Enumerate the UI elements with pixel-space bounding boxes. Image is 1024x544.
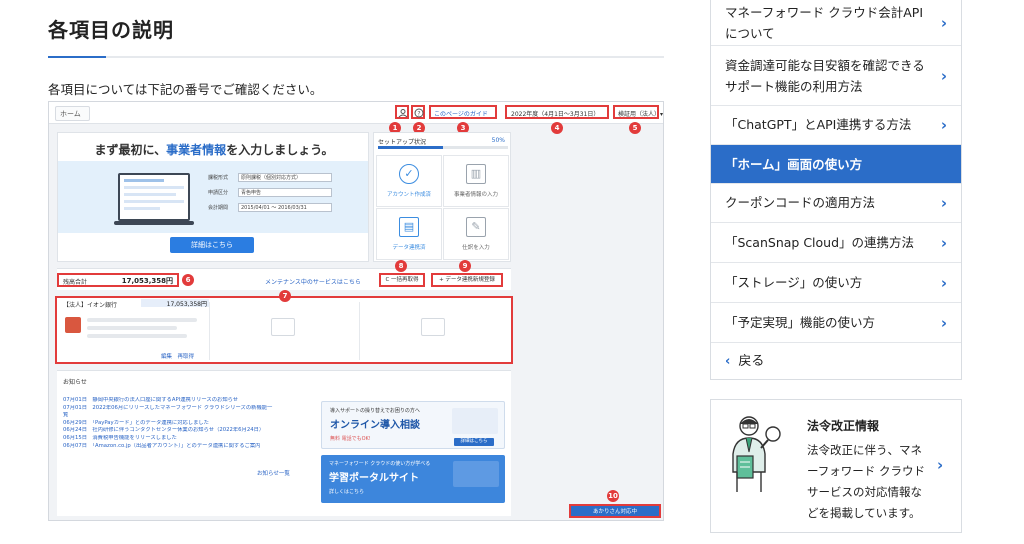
- news-more-link[interactable]: お知らせ一覧: [257, 469, 290, 477]
- news-item[interactable]: 06月24日 社内研修に伴うコンタクトセンター休業のお知らせ（2022年6月24…: [63, 427, 313, 435]
- welcome-detail-button[interactable]: 詳細はこちら: [170, 237, 254, 253]
- accounting-period-field: 会計期間 2015/04/01 〜 2016/03/31: [208, 203, 332, 213]
- news-item[interactable]: 覧: [63, 412, 313, 420]
- sidebar-item-planned-realization[interactable]: 「予定実現」機能の使い方 ›: [711, 303, 961, 343]
- sidebar-item-funding-estimate[interactable]: 資金調達可能な目安額を確認できるサポート機能の利用方法 ›: [711, 46, 961, 106]
- bulk-refresh-button[interactable]: C 一括再取得: [379, 273, 425, 287]
- person-with-magnifier-illustration: [732, 416, 781, 492]
- news-panel: お知らせ 07月01日 静岡中央銀行の法人口座に関するAPI連携リリースのお知ら…: [57, 370, 511, 516]
- news-item[interactable]: 06月07日 「Amazon.co.jp（出品者アカウント）」とのデータ連携に関…: [63, 443, 313, 451]
- chevron-right-icon: ›: [940, 194, 947, 212]
- sidebar-item-home-screen[interactable]: 「ホーム」画面の使い方: [711, 145, 961, 184]
- home-screen-screenshot: ホーム ? このページのガイド 2022年度（4月1日〜3月31日） 検証用（法…: [48, 101, 664, 521]
- laptop-illustration: [114, 173, 194, 225]
- journal-entry-icon: ✎: [466, 217, 486, 237]
- related-articles-sidebar: マネーフォワード クラウド会計APIについて › 資金調達可能な目安額を確認できる…: [710, 0, 962, 380]
- online-consultation-banner[interactable]: 導入サポートの操り替えでお困りの方へ オンライン導入相談 無料 電話でもOK! …: [321, 401, 505, 449]
- screenshot-breadcrumb: ホーム: [55, 106, 90, 121]
- building-icon: ▥: [466, 164, 486, 184]
- law-revision-description: 法令改正に伴う、マネーフォワード クラウドサービスの対応情報などを掲載しています…: [807, 443, 925, 520]
- marker-box-5: 検証用（法人）▾: [613, 105, 663, 119]
- setup-step-data-link[interactable]: ▤ データ連携済: [376, 208, 442, 260]
- filing-type-field: 申請区分 青色申告: [208, 188, 332, 198]
- banner-illustration: [452, 408, 498, 434]
- banner-illustration: [453, 461, 499, 487]
- sidebar-item-coupon[interactable]: クーポンコードの適用方法 ›: [711, 184, 961, 223]
- chevron-right-icon: ›: [940, 66, 947, 85]
- setup-heading: セットアップ状況: [378, 139, 427, 146]
- setup-progress-fill: [378, 146, 443, 149]
- marker-6: 6: [182, 274, 194, 286]
- screenshot-header-bar: ホーム ? このページのガイド 2022年度（4月1日〜3月31日） 検証用（法…: [49, 102, 663, 124]
- chevron-right-icon: ›: [940, 313, 947, 332]
- balance-total-label: 残高合計: [63, 279, 88, 286]
- marker-box-6: 残高合計 17,053,358円: [57, 273, 179, 287]
- user-icon: [398, 109, 408, 118]
- welcome-heading: まず最初に、事業者情報を入力しましょう。: [94, 143, 334, 157]
- marker-10: 10: [607, 490, 619, 502]
- marker-4: 4: [551, 122, 563, 134]
- section-lead-text: 各項目については下記の番号でご確認ください。: [48, 82, 323, 97]
- chevron-right-icon: ›: [940, 273, 947, 292]
- setup-percent: 50%: [491, 137, 505, 144]
- sidebar-item-api[interactable]: マネーフォワード クラウド会計APIについて ›: [711, 0, 961, 46]
- news-heading: お知らせ: [63, 379, 87, 386]
- setup-step-account[interactable]: ✓ アカウント作成済: [376, 155, 442, 207]
- balance-total-value: 17,053,358円: [121, 277, 173, 285]
- chevron-right-icon: ›: [940, 233, 947, 252]
- welcome-card: まず最初に、事業者情報を入力しましょう。 課税形式 原則課税（個別対応方式） 申請…: [57, 132, 369, 262]
- setup-step-business-info[interactable]: ▥ 事業者情報の入力: [443, 155, 509, 207]
- back-link[interactable]: ‹ 戻る: [711, 343, 961, 380]
- fiscal-period-selector[interactable]: 2022年度（4月1日〜3月31日）: [511, 109, 599, 118]
- marker-box-2: ?: [411, 105, 425, 119]
- marker-box-3: このページのガイド: [429, 105, 497, 119]
- page-guide-link[interactable]: このページのガイド: [434, 109, 488, 118]
- data-link-icon: ▤: [399, 217, 419, 237]
- marker-5: 5: [629, 122, 641, 134]
- chevron-right-icon: ›: [940, 116, 947, 134]
- setup-status-card: セットアップ状況 50% ✓ アカウント作成済 ▥ 事業者情報の入力 ▤ データ…: [373, 132, 511, 262]
- welcome-illustration-band: 課税形式 原則課税（個別対応方式） 申請区分 青色申告 会計期間 2015/04/01…: [58, 161, 368, 233]
- news-list: 07月01日 静岡中央銀行の法人口座に関するAPI連携リリースのお知らせ 07月…: [63, 397, 313, 450]
- svg-text:?: ?: [417, 111, 420, 118]
- marker-8: 8: [395, 260, 407, 272]
- marker-box-4: 2022年度（4月1日〜3月31日）: [505, 105, 609, 119]
- tax-format-field: 課税形式 原則課税（個別対応方式）: [208, 173, 332, 183]
- sidebar-item-scansnap[interactable]: 「ScanSnap Cloud」の連携方法 ›: [711, 223, 961, 263]
- news-item[interactable]: 07月01日 2022年06月にリリースしたマネーフォワード クラウドシリーズの…: [63, 405, 313, 413]
- sidebar-item-chatgpt[interactable]: 「ChatGPT」とAPI連携する方法 ›: [711, 106, 961, 145]
- check-circle-icon: ✓: [399, 164, 419, 184]
- news-item[interactable]: 07月01日 静岡中央銀行の法人口座に関するAPI連携リリースのお知らせ: [63, 397, 313, 405]
- article: 各項目の説明 各項目については下記の番号でご確認ください。 ホーム ? このペー…: [48, 0, 664, 544]
- maintenance-services-link[interactable]: メンテナンス中のサービスはこちら: [265, 277, 361, 286]
- help-icon: ?: [414, 108, 424, 118]
- marker-7: 7: [279, 290, 291, 302]
- chevron-left-icon: ‹: [725, 354, 731, 369]
- law-revision-card[interactable]: 法令改正情報 法令改正に伴う、マネーフォワード クラウドサービスの対応情報などを…: [710, 399, 962, 533]
- chevron-right-icon: ›: [940, 13, 947, 32]
- setup-progress-bar: [378, 146, 508, 149]
- setup-step-journal[interactable]: ✎ 仕訳を入力: [443, 208, 509, 260]
- office-switch-menu[interactable]: 検証用（法人）▾: [618, 109, 663, 118]
- sidebar-item-storage[interactable]: 「ストレージ」の使い方 ›: [711, 263, 961, 303]
- law-revision-title: 法令改正情報: [807, 419, 880, 433]
- learning-portal-banner[interactable]: マネーフォワード クラウドの使い方が学べる 学習ポータルサイト 詳しくはこちら: [321, 455, 505, 503]
- title-divider: [48, 56, 664, 58]
- marker-box-7: [55, 296, 513, 364]
- new-data-link-button[interactable]: + データ連携新規登録: [431, 273, 503, 287]
- marker-9: 9: [459, 260, 471, 272]
- support-chat-button[interactable]: あかりさん対応中: [569, 504, 661, 518]
- news-item[interactable]: 06月15日 消費税申告機能をリリースしました: [63, 435, 313, 443]
- section-title: 各項目の説明: [48, 18, 174, 42]
- chevron-right-icon: ›: [937, 456, 944, 474]
- marker-box-1: [395, 105, 409, 119]
- news-item[interactable]: 06月29日 「PayPayカード」とのデータ連携に対応しました: [63, 420, 313, 428]
